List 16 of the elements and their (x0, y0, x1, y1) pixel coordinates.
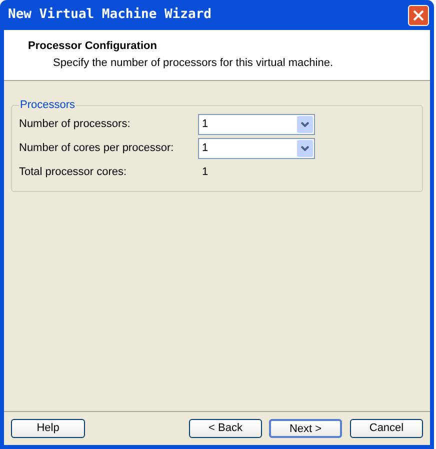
total-cores-value: 1 (201, 165, 208, 180)
field-label: Number of cores per processor: (19, 141, 175, 156)
group-title: Processors (19, 98, 76, 113)
next-button[interactable]: Next > (269, 419, 342, 438)
close-icon (413, 10, 424, 20)
window-title: New Virtual Machine Wizard (8, 6, 212, 24)
page-subtitle: Specify the number of processors for this virtual machine. (52, 56, 334, 70)
field-label: Total processor cores: (19, 165, 128, 180)
close-button[interactable] (408, 4, 429, 26)
dropdown[interactable]: 1 (198, 114, 315, 135)
field-label: Number of processors: (19, 117, 132, 132)
page-title: Processor Configuration (28, 39, 158, 54)
back-button[interactable]: < Back (189, 419, 262, 438)
dropdown[interactable]: 1 (198, 138, 315, 159)
cancel-button[interactable]: Cancel (350, 419, 423, 438)
help-button[interactable]: Help (11, 419, 85, 438)
